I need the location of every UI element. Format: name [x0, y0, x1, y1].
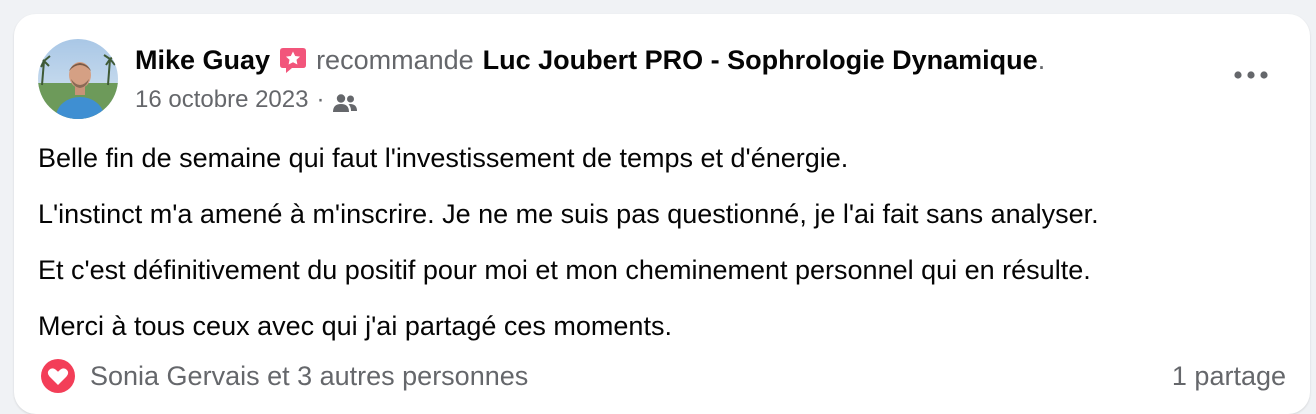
- page-name[interactable]: Luc Joubert PRO - Sophrologie Dynamique: [483, 43, 1038, 77]
- trailing-dot: .: [1037, 45, 1046, 75]
- post-date[interactable]: 16 octobre 2023: [135, 84, 308, 116]
- post-paragraph: Belle fin de semaine qui faut l'investis…: [38, 143, 849, 173]
- recommend-verb: recommande: [316, 45, 474, 75]
- post-paragraph: L'instinct m'a amené à m'inscrire. Je ne…: [38, 199, 1099, 229]
- share-count[interactable]: 1 partage: [1172, 361, 1286, 392]
- more-options-button[interactable]: [1230, 58, 1272, 92]
- post-card: Mike Guay recommande Luc Joubert PRO - S…: [14, 14, 1310, 414]
- author-name[interactable]: Mike Guay: [135, 43, 270, 77]
- post-paragraph: Et c'est définitivement du positif pour …: [38, 255, 1091, 285]
- post-footer: Sonia Gervais et 3 autres personnes 1 pa…: [38, 356, 1286, 396]
- post-meta: 16 octobre 2023 ·: [135, 84, 358, 116]
- avatar[interactable]: [38, 39, 118, 119]
- more-options-icon: [1234, 71, 1268, 79]
- post-paragraph: Merci à tous ceux avec qui j'ai partagé …: [38, 311, 672, 341]
- meta-separator: ·: [316, 86, 325, 113]
- reactors-summary[interactable]: Sonia Gervais et 3 autres personnes: [90, 361, 1172, 392]
- post-body: Belle fin de semaine qui faut l'investis…: [38, 142, 1099, 366]
- love-reaction-icon[interactable]: [38, 356, 78, 396]
- avatar-photo: [38, 39, 118, 119]
- recommend-star-icon: [278, 45, 308, 75]
- friends-icon[interactable]: [332, 90, 358, 112]
- post-header: Mike Guay recommande Luc Joubert PRO - S…: [135, 43, 1045, 77]
